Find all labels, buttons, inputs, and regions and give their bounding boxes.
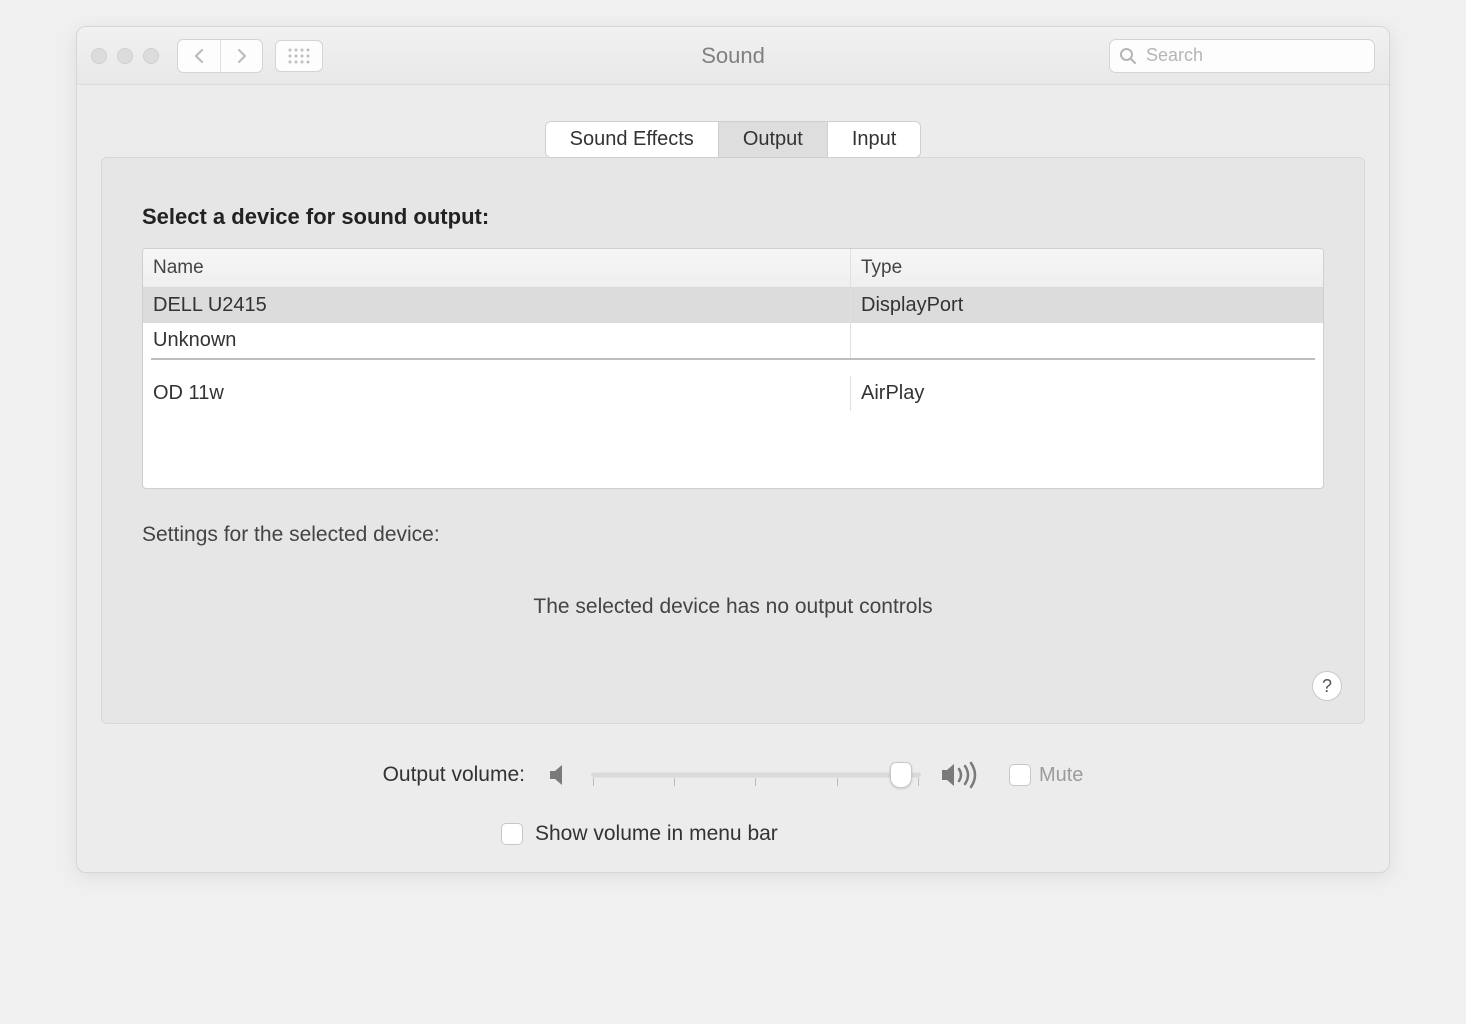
window-controls bbox=[91, 48, 159, 64]
chevron-left-icon bbox=[193, 48, 205, 64]
show-volume-row: Show volume in menu bar bbox=[101, 822, 1365, 846]
device-table-body: DELL U2415 DisplayPort Unknown OD 11w Ai… bbox=[143, 288, 1323, 488]
device-row[interactable]: Unknown bbox=[143, 323, 1323, 358]
mute-control: Mute bbox=[1009, 764, 1083, 787]
output-panel: Select a device for sound output: Name T… bbox=[101, 157, 1365, 724]
slider-ticks bbox=[591, 778, 921, 788]
help-button[interactable]: ? bbox=[1312, 671, 1342, 701]
device-type bbox=[851, 323, 1323, 358]
output-volume-label: Output volume: bbox=[383, 763, 525, 787]
speaker-high-icon bbox=[939, 760, 981, 790]
tab-sound-effects[interactable]: Sound Effects bbox=[546, 122, 718, 157]
mute-checkbox[interactable] bbox=[1009, 764, 1031, 786]
column-header-name[interactable]: Name bbox=[143, 249, 851, 287]
search-field-wrap bbox=[1109, 39, 1375, 73]
show-all-button[interactable] bbox=[275, 40, 323, 72]
slider-thumb[interactable] bbox=[890, 762, 912, 788]
column-header-type[interactable]: Type bbox=[851, 249, 1323, 287]
output-volume-slider[interactable] bbox=[591, 758, 921, 792]
zoom-window-button[interactable] bbox=[143, 48, 159, 64]
device-type: DisplayPort bbox=[851, 288, 1323, 323]
nav-back-forward bbox=[177, 39, 263, 73]
tab-bar: Sound Effects Output Input bbox=[101, 121, 1365, 158]
titlebar: Sound bbox=[77, 27, 1389, 85]
device-name: Unknown bbox=[143, 323, 851, 358]
tab-output[interactable]: Output bbox=[718, 122, 827, 157]
window-body: Sound Effects Output Input Select a devi… bbox=[77, 85, 1389, 872]
mute-label: Mute bbox=[1039, 764, 1083, 787]
device-row[interactable]: OD 11w AirPlay bbox=[143, 360, 1323, 411]
chevron-right-icon bbox=[236, 48, 248, 64]
volume-area: Output volume: bbox=[101, 758, 1365, 846]
preferences-window: Sound Sound Effects Output Input Select … bbox=[76, 26, 1390, 873]
device-table: Name Type DELL U2415 DisplayPort Unknown… bbox=[142, 248, 1324, 489]
show-volume-label: Show volume in menu bar bbox=[535, 822, 778, 846]
grid-icon bbox=[288, 48, 310, 64]
device-type: AirPlay bbox=[851, 376, 1323, 411]
show-volume-checkbox[interactable] bbox=[501, 823, 523, 845]
close-window-button[interactable] bbox=[91, 48, 107, 64]
settings-for-device-label: Settings for the selected device: bbox=[142, 523, 1324, 547]
tab-input[interactable]: Input bbox=[827, 122, 920, 157]
search-input[interactable] bbox=[1109, 39, 1375, 73]
minimize-window-button[interactable] bbox=[117, 48, 133, 64]
select-device-label: Select a device for sound output: bbox=[142, 204, 1324, 230]
device-name: DELL U2415 bbox=[143, 288, 851, 323]
back-button[interactable] bbox=[178, 40, 220, 72]
no-output-controls-message: The selected device has no output contro… bbox=[142, 595, 1324, 619]
output-volume-row: Output volume: bbox=[101, 758, 1365, 792]
speaker-low-icon bbox=[547, 763, 573, 787]
tab-group: Sound Effects Output Input bbox=[545, 121, 922, 158]
device-table-header: Name Type bbox=[143, 249, 1323, 288]
forward-button[interactable] bbox=[220, 40, 262, 72]
device-name: OD 11w bbox=[143, 376, 851, 411]
slider-track bbox=[591, 773, 921, 778]
device-row[interactable]: DELL U2415 DisplayPort bbox=[143, 288, 1323, 323]
